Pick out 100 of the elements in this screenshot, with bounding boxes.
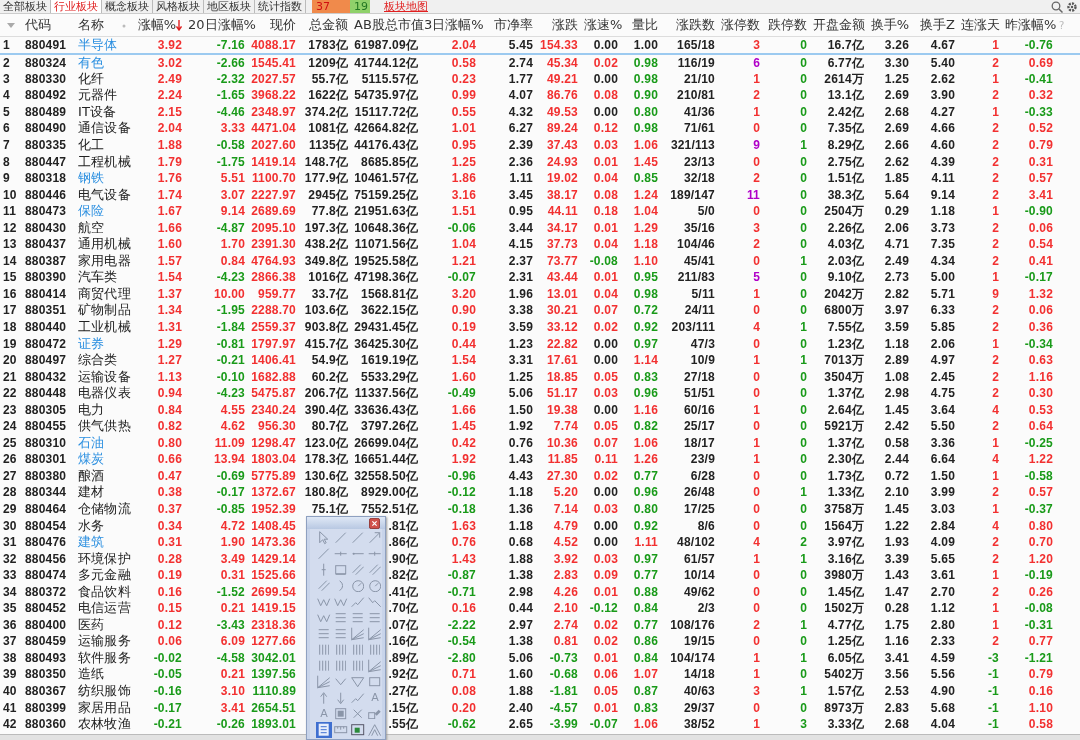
table-cell: 0.04 xyxy=(593,286,618,301)
search-icon[interactable] xyxy=(1051,1,1063,13)
table-cell: 0.76 xyxy=(451,535,476,550)
tool-button[interactable] xyxy=(333,642,349,658)
column-header[interactable]: 现价 xyxy=(270,17,296,32)
table-cell: 1 xyxy=(992,435,999,450)
column-header[interactable]: 3日涨幅% xyxy=(424,17,484,32)
column-header[interactable]: AB股总市值 xyxy=(354,17,424,32)
table-cell: 33 xyxy=(3,568,17,583)
column-header[interactable]: 涨跌数 xyxy=(676,17,715,32)
category-tab[interactable]: 概念板块 xyxy=(102,0,153,13)
category-tab[interactable]: 风格板块 xyxy=(153,0,204,13)
sector-name-cell: 酿酒 xyxy=(78,467,105,483)
table-cell: -0.81 xyxy=(216,336,245,351)
sector-map-link[interactable]: 板块地图 xyxy=(384,0,428,13)
table-cell: .55亿 xyxy=(388,717,418,732)
table-cell: 3.44 xyxy=(508,220,533,235)
table-cell: 2689.69 xyxy=(251,204,296,219)
table-cell: 0.68 xyxy=(508,535,533,550)
table-cell: 0.05 xyxy=(593,369,618,384)
table-cell: 1 xyxy=(753,551,760,566)
table-cell: 1.57 xyxy=(157,253,182,268)
table-cell: 4.03亿 xyxy=(827,237,864,252)
column-header[interactable]: 名称 xyxy=(78,17,104,32)
settings-icon[interactable] xyxy=(1066,1,1078,13)
square-icon xyxy=(335,708,347,720)
category-tab[interactable]: 行业板块 xyxy=(51,0,102,13)
tool-button[interactable] xyxy=(316,658,332,674)
table-cell: -0.12 xyxy=(589,601,618,616)
tool-button[interactable] xyxy=(316,674,332,690)
table-cell: 4.79 xyxy=(553,518,578,533)
tool-button[interactable] xyxy=(367,722,383,738)
table-cell: 2391.30 xyxy=(251,237,296,252)
column-header[interactable]: 换手Z xyxy=(920,17,955,32)
decline-count: 19 xyxy=(350,0,370,13)
category-tab[interactable]: 地区板块 xyxy=(204,0,255,13)
tool-button[interactable] xyxy=(350,674,366,690)
category-tab[interactable]: 统计指数 xyxy=(255,0,306,13)
column-header[interactable]: 涨停数 xyxy=(721,17,760,32)
table-cell: 5.64 xyxy=(884,187,909,202)
table-cell: 0.00 xyxy=(593,353,618,368)
table-cell: 1.88 xyxy=(508,551,533,566)
table-cell: 3.61 xyxy=(930,568,955,583)
tool-button[interactable] xyxy=(333,706,349,722)
table-cell: 0.96 xyxy=(633,386,658,401)
table-cell: 1.23 xyxy=(508,336,533,351)
table-cell: 321/113 xyxy=(670,137,715,152)
table-cell: 80.7亿 xyxy=(311,419,348,434)
table-cell: 2.39 xyxy=(508,137,533,152)
sector-name-cell: 半导体 xyxy=(78,36,118,52)
tool-button[interactable] xyxy=(316,722,332,738)
tool-button[interactable] xyxy=(333,658,349,674)
tool-button[interactable] xyxy=(367,578,383,594)
table-cell: 177.9亿 xyxy=(304,171,348,186)
tool-button[interactable] xyxy=(316,642,332,658)
tool-button[interactable] xyxy=(367,642,383,658)
column-header[interactable]: 总金额 xyxy=(309,17,348,32)
table-cell: 1.31 xyxy=(157,319,182,334)
table-cell: 30 xyxy=(3,518,17,533)
column-header[interactable]: 20日涨幅% xyxy=(188,17,256,32)
column-header[interactable]: 代码 xyxy=(25,17,51,32)
table-cell: 42 xyxy=(3,717,17,732)
tool-button[interactable] xyxy=(367,626,383,642)
column-header[interactable]: 涨速% xyxy=(584,17,623,32)
table-cell: .41亿 xyxy=(388,584,418,599)
column-header[interactable]: 涨跌 xyxy=(552,17,578,32)
table-cell: 44.11 xyxy=(547,204,578,219)
table-cell: 1525.66 xyxy=(251,568,296,583)
column-header[interactable]: 跌停数 xyxy=(768,17,807,32)
table-cell: -0.68 xyxy=(549,667,578,682)
arc-icon xyxy=(338,580,344,592)
table-cell: 2504万 xyxy=(824,204,864,219)
tool-button[interactable] xyxy=(350,642,366,658)
tool-button[interactable] xyxy=(350,626,366,642)
column-header[interactable]: 昨涨幅% xyxy=(1005,17,1057,32)
table-cell: 0 xyxy=(800,121,807,136)
sector-name-cell: 医药 xyxy=(78,616,105,632)
tool-button[interactable] xyxy=(333,562,349,578)
table-cell: .90亿 xyxy=(388,551,418,566)
table-cell: 25 xyxy=(3,435,17,450)
tool-button[interactable] xyxy=(350,722,366,738)
tool-button[interactable] xyxy=(350,578,366,594)
table-cell: 10648.36亿 xyxy=(354,220,418,235)
column-header[interactable]: 量比 xyxy=(632,17,658,32)
table-cell: 2.37 xyxy=(508,253,533,268)
table-cell: 1.22 xyxy=(1028,452,1053,467)
tool-button[interactable] xyxy=(350,658,366,674)
column-header[interactable]: 市净率 xyxy=(494,17,533,32)
dropdown-caret-icon[interactable] xyxy=(6,22,16,29)
column-header[interactable]: 涨幅% xyxy=(137,17,176,32)
table-cell: 1568.81亿 xyxy=(361,286,418,301)
column-header[interactable]: 连涨天 xyxy=(961,17,1000,32)
column-header[interactable]: 换手% xyxy=(870,17,909,32)
zigzag-icon xyxy=(317,613,331,623)
close-icon[interactable] xyxy=(369,517,380,529)
table-cell: 26/48 xyxy=(683,485,715,500)
table-cell: 1408.45 xyxy=(251,518,296,533)
table-cell: 0.77 xyxy=(1028,634,1053,649)
column-header[interactable]: 开盘金额 xyxy=(813,17,865,32)
tool-button[interactable] xyxy=(367,658,383,674)
